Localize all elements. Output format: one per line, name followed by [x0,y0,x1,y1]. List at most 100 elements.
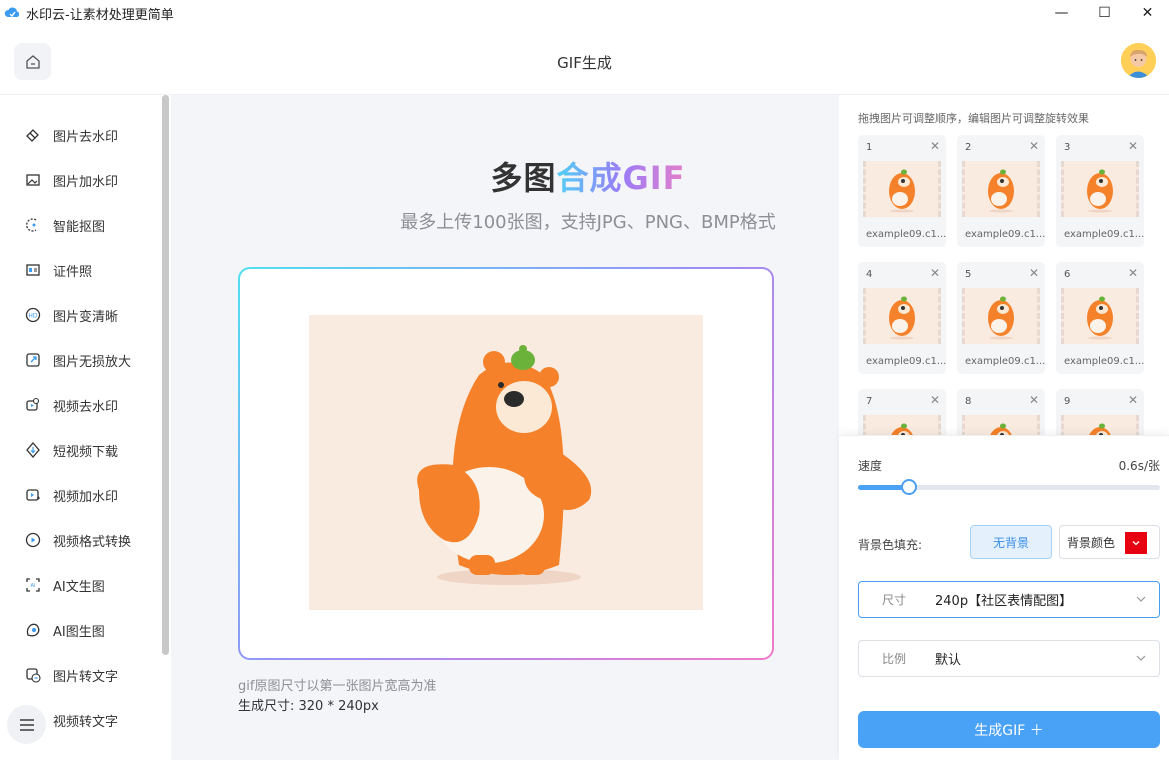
background-fill-label: 背景色填充: [858,538,923,552]
reorder-hint: 拖拽图片可调整顺序，编辑图片可调整旋转效果 [858,112,1089,125]
thumbnail-filename: example09.c1... [866,356,947,367]
speed-label: 速度 [858,459,883,473]
sidebar-item-label: 视频加水印 [53,489,119,505]
sidebar-item-ai-image-to-image[interactable]: AI图生图 [24,618,105,642]
remove-thumbnail-icon[interactable]: ✕ [1029,139,1039,153]
title-bar: 水印云-让素材处理更简单 — ☐ ✕ [0,0,1169,26]
thumbnail-index: 6 [1064,269,1071,280]
enlarge-icon [24,351,42,369]
thumbnail-item[interactable]: 9✕example09.c1... [1056,389,1144,435]
remove-thumbnail-icon[interactable]: ✕ [930,266,940,280]
thumbnail-index: 9 [1064,396,1071,407]
sidebar-item-video-format-convert[interactable]: 视频格式转换 [24,528,131,552]
sidebar-item-label: 证件照 [53,264,93,280]
thumbnail-index: 5 [965,269,972,280]
remove-thumbnail-icon[interactable]: ✕ [1128,139,1138,153]
header: GIF生成 [0,26,1169,95]
output-size: 生成尺寸: 320 * 240px [238,699,379,714]
thumbnail-image [863,415,941,435]
chevron-down-icon [1132,541,1140,546]
sidebar-item-label: 图片变清晰 [53,309,119,325]
video-eraser-icon [24,396,42,414]
size-label: 尺寸 [882,593,907,607]
thumbnail-item[interactable]: 4 ✕ example09.c1... [858,262,946,374]
generate-gif-button[interactable]: 生成GIF ＋ [858,711,1160,748]
sidebar-item-label: AI图生图 [53,624,105,640]
background-color-button[interactable]: 背景颜色 [1059,525,1160,559]
thumbnail-item[interactable]: 1 ✕ example09.c1... [858,135,946,247]
chevron-down-icon [1136,596,1146,602]
settings-panel: 速度 0.6s/张 背景色填充: 无背景 背景颜色 尺寸 240p【社区表情配图… [839,435,1169,760]
no-background-button[interactable]: 无背景 [970,525,1052,559]
remove-thumbnail-icon[interactable]: ✕ [1029,393,1039,407]
sidebar-item-video-watermark-add[interactable]: 视频加水印 [24,483,118,507]
gif-preview-frame [238,267,774,660]
eraser-icon [24,126,42,144]
ratio-value: 默认 [935,653,962,668]
maximize-button[interactable]: ☐ [1083,0,1126,26]
color-swatch[interactable] [1125,532,1147,554]
sidebar-item-short-video-download[interactable]: 短视频下载 [24,438,118,462]
app-title: 水印云-让素材处理更简单 [26,7,174,23]
sidebar-item-label: 智能抠图 [53,219,106,235]
sidebar-item-smart-cutout[interactable]: 智能抠图 [24,213,105,237]
sidebar-item-label: 短视频下载 [53,444,119,460]
thumbnail-item[interactable]: 5 ✕ example09.c1... [957,262,1045,374]
image-text-icon [24,666,42,684]
thumbnail-index: 7 [866,396,873,407]
collapse-menu-button[interactable] [7,705,46,744]
speed-slider[interactable] [858,479,1160,495]
thumbnail-item[interactable]: 3 ✕ example09.c1... [1056,135,1144,247]
svg-text:HD: HD [28,313,38,320]
image-add-icon [24,171,42,189]
main-content: 多图合成GIF 最多上传100张图，支持JPG、PNG、BMP格式 gif原图尺… [171,95,839,760]
thumbnail-index: 3 [1064,142,1071,153]
thumbnail-image [962,415,1040,435]
sidebar-item-label: 视频转文字 [53,714,119,730]
sidebar-item-label: 图片去水印 [53,129,119,145]
thumbnail-item[interactable]: 6 ✕ example09.c1... [1056,262,1144,374]
sidebar-item-label: 视频格式转换 [53,534,132,550]
ratio-select[interactable]: 比例 默认 [858,640,1160,677]
thumbnail-index: 8 [965,396,972,407]
background-color-label: 背景颜色 [1067,535,1116,550]
sidebar-item-image-watermark-remove[interactable]: 图片去水印 [24,123,118,147]
speed-slider-handle[interactable] [901,479,918,495]
sidebar-item-image-sharpen[interactable]: HD 图片变清晰 [24,303,118,327]
convert-icon [24,531,42,549]
thumbnail-image [1061,415,1139,435]
svg-text:AI: AI [31,583,36,589]
ai-text-image-icon: AI [24,576,42,594]
sidebar-scrollbar[interactable] [162,95,169,655]
thumbnail-image [863,288,941,344]
size-select[interactable]: 尺寸 240p【社区表情配图】 [858,581,1160,618]
ai-image-image-icon [24,621,42,639]
remove-thumbnail-icon[interactable]: ✕ [1029,266,1039,280]
remove-thumbnail-icon[interactable]: ✕ [1128,266,1138,280]
sidebar-item-ai-text-to-image[interactable]: AI AI文生图 [24,573,105,597]
thumbnail-grid: 1 ✕ example09.c1... 2 ✕ example09.c1... 3 ✕ exam… [839,135,1169,435]
download-icon [24,441,42,459]
sidebar-item-image-to-text[interactable]: 图片转文字 [24,663,118,687]
sidebar-item-image-watermark-add[interactable]: 图片加水印 [24,168,118,192]
remove-thumbnail-icon[interactable]: ✕ [930,139,940,153]
thumbnail-index: 2 [965,142,972,153]
remove-thumbnail-icon[interactable]: ✕ [1128,393,1138,407]
thumbnail-image [962,288,1040,344]
sidebar-item-image-enlarge[interactable]: 图片无损放大 [24,348,131,372]
remove-thumbnail-icon[interactable]: ✕ [930,393,940,407]
sidebar-item-id-photo[interactable]: 证件照 [24,258,92,282]
thumbnail-image [962,161,1040,217]
thumbnail-item[interactable]: 2 ✕ example09.c1... [957,135,1045,247]
avatar[interactable] [1121,43,1156,78]
sidebar-item-video-watermark-remove[interactable]: 视频去水印 [24,393,118,417]
app-logo-icon [4,7,20,18]
size-value: 240p【社区表情配图】 [935,594,1073,609]
thumbnail-item[interactable]: 7✕example09.c1... [858,389,946,435]
thumbnail-filename: example09.c1... [1064,229,1145,240]
size-note: gif原图尺寸以第一张图片宽高为准 [238,679,437,694]
minimize-button[interactable]: — [1040,0,1083,26]
thumbnail-filename: example09.c1... [965,229,1046,240]
close-button[interactable]: ✕ [1126,0,1169,26]
thumbnail-item[interactable]: 8✕example09.c1... [957,389,1045,435]
